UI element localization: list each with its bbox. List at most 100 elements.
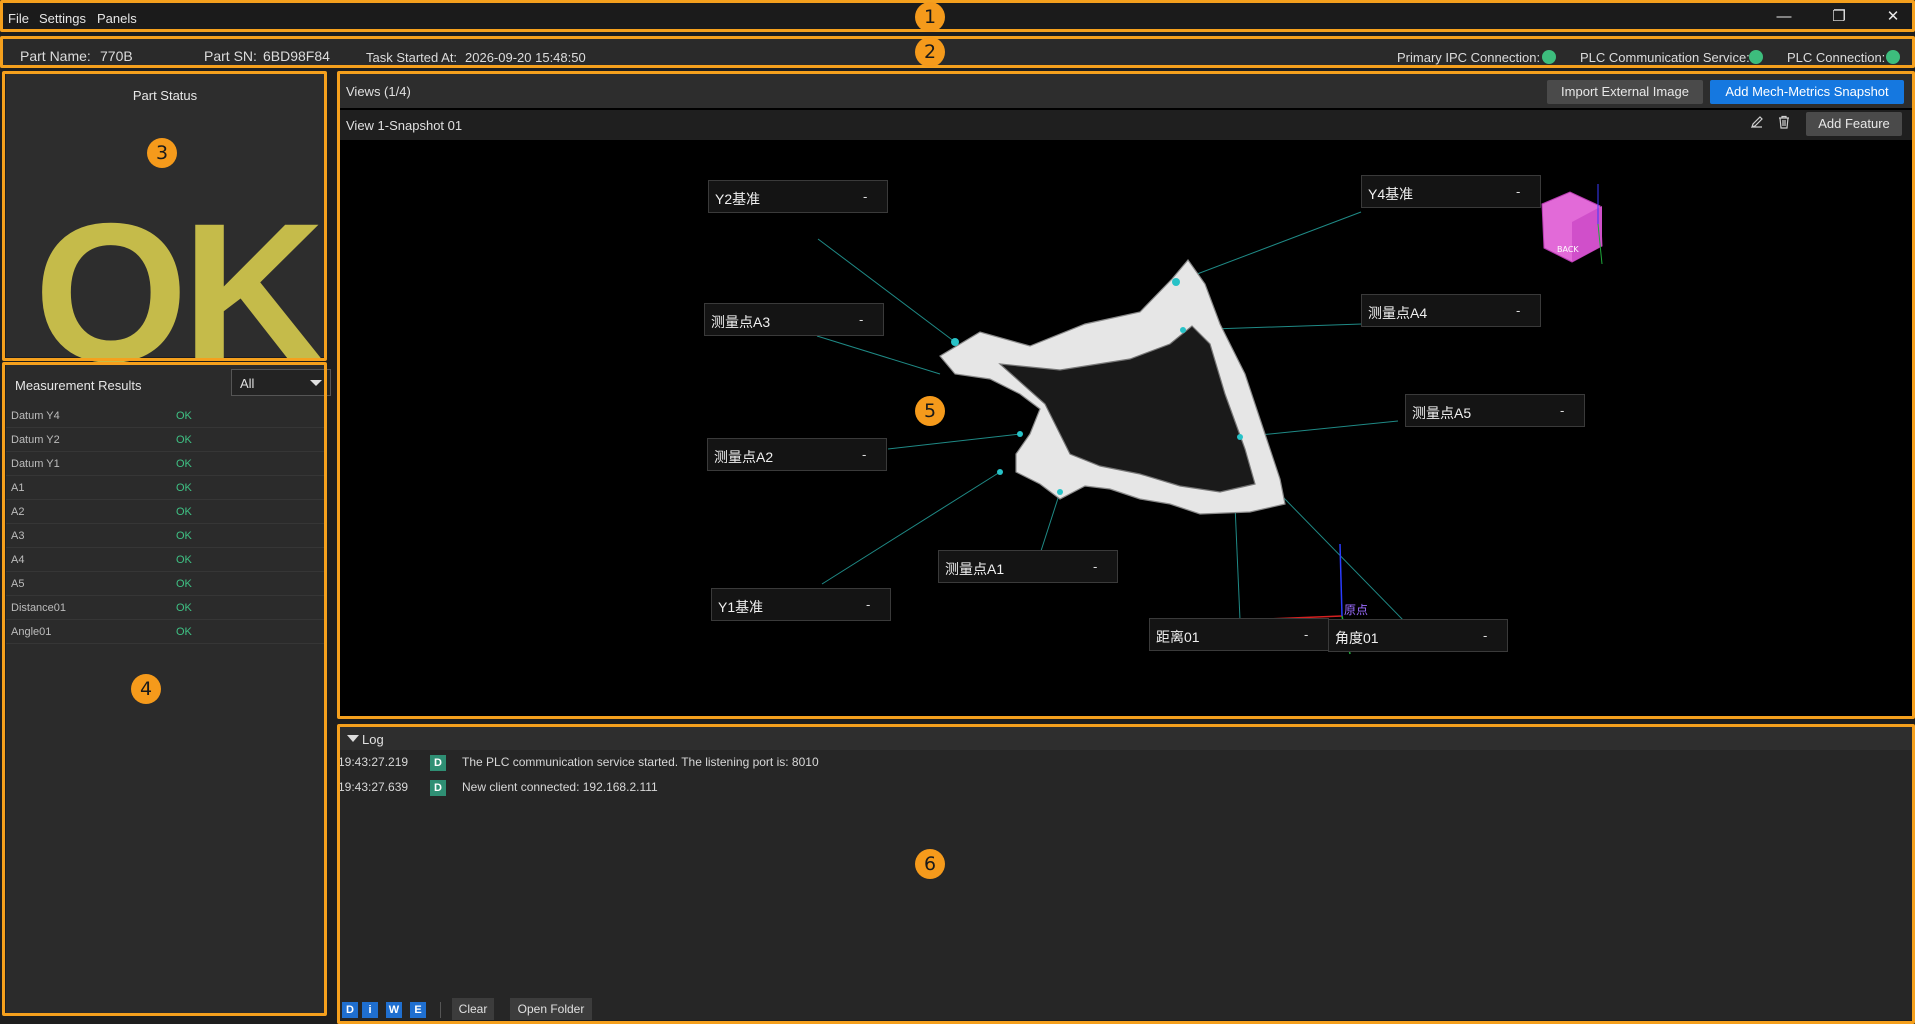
plc-conn-label: PLC Connection: (1787, 50, 1886, 65)
log-level-badge: D (430, 755, 446, 771)
table-row[interactable]: Angle01 OK (6, 620, 324, 644)
table-row[interactable]: Datum Y4 OK (6, 404, 324, 428)
row-name: Distance01 (11, 602, 67, 614)
row-value: OK (176, 530, 192, 542)
callout-value: - (863, 189, 868, 204)
callout-point-a5[interactable]: 测量点A5 - (1405, 394, 1585, 427)
open-folder-button[interactable]: Open Folder (510, 998, 592, 1020)
origin-label: 原点 (1344, 603, 1368, 617)
callout-distance-01[interactable]: 距离01 - (1149, 618, 1329, 651)
callout-point-a1[interactable]: 测量点A1 - (938, 550, 1118, 583)
callout-value: - (1560, 403, 1565, 418)
callout-value: - (1093, 559, 1098, 574)
menu-settings[interactable]: Settings (39, 11, 86, 26)
row-value: OK (176, 602, 192, 614)
row-value: OK (176, 506, 192, 518)
table-row[interactable]: A2 OK (6, 500, 324, 524)
callout-value: - (1516, 303, 1521, 318)
log-line: 19:43:27.639 D New client connected: 192… (338, 776, 1913, 798)
measurement-results-title: Measurement Results (15, 378, 142, 393)
table-row[interactable]: A4 OK (6, 548, 324, 572)
row-value: OK (176, 626, 192, 638)
table-row[interactable]: A1 OK (6, 476, 324, 500)
row-name: Datum Y1 (11, 458, 60, 470)
annotation-badge-3: 3 (147, 138, 177, 168)
collapse-icon[interactable] (347, 735, 359, 742)
callout-label: 测量点A2 (714, 449, 774, 465)
log-filter-warning[interactable]: W (386, 1002, 402, 1018)
row-value: OK (176, 482, 192, 494)
callout-point-a3[interactable]: 测量点A3 - (704, 303, 884, 336)
callout-value: - (859, 312, 864, 327)
log-time: 19:43:27.219 (338, 755, 409, 769)
callout-y4-datum[interactable]: Y4基准 - (1361, 175, 1541, 208)
table-row[interactable]: A5 OK (6, 572, 324, 596)
menu-panels[interactable]: Panels (97, 11, 137, 26)
results-filter-select[interactable]: All (231, 369, 331, 396)
part-3d-view[interactable]: 原点 BACK (340, 74, 1913, 716)
menu-file[interactable]: File (8, 11, 29, 26)
callout-angle-01[interactable]: 角度01 - (1328, 619, 1508, 652)
log-message: The PLC communication service started. T… (462, 755, 819, 769)
annotation-badge-6: 6 (915, 849, 945, 879)
part-sn-value: 6BD98F84 (263, 48, 330, 64)
row-name: A2 (11, 506, 25, 518)
row-name: Angle01 (11, 626, 52, 638)
log-filter-error[interactable]: E (410, 1002, 426, 1018)
measurement-results-panel: Measurement Results All Datum Y4 OK Datum… (6, 364, 331, 1014)
callout-label: 测量点A4 (1368, 305, 1428, 321)
part-status-value: OK (34, 182, 325, 403)
info-bar: Part Name: 770B Part SN: 6BD98F84 Task S… (0, 38, 1915, 68)
log-filter-info[interactable]: i (362, 1002, 378, 1018)
callout-label: Y1基准 (718, 599, 764, 615)
part-name-value: 770B (100, 48, 133, 64)
row-value: OK (176, 554, 192, 566)
callout-value: - (1483, 628, 1488, 643)
view-cube-icon[interactable]: BACK (1541, 184, 1603, 265)
callout-y2-datum[interactable]: Y2基准 - (708, 180, 888, 213)
subframe-part (939, 259, 1286, 515)
annotation-badge-1: 1 (915, 2, 945, 32)
results-table: Datum Y4 OK Datum Y2 OK Datum Y1 OK A1 OK A2… (6, 404, 324, 644)
row-value: OK (176, 434, 192, 446)
restore-icon[interactable]: ❐ (1829, 8, 1849, 26)
table-row[interactable]: Distance01 OK (6, 596, 324, 620)
log-panel: Log 19:43:27.219 D The PLC communication… (338, 726, 1913, 1020)
views-panel: Views (1/4) Import External Image Add Me… (340, 74, 1913, 716)
log-level-badge: D (430, 780, 446, 796)
annotation-badge-5: 5 (915, 396, 945, 426)
annotation-badge-2: 2 (915, 37, 945, 67)
callout-y1-datum[interactable]: Y1基准 - (711, 588, 891, 621)
row-name: Datum Y4 (11, 410, 60, 422)
view-cube-face-label: BACK (1557, 245, 1579, 254)
plc-comm-status-icon (1749, 50, 1763, 64)
table-row[interactable]: Datum Y1 OK (6, 452, 324, 476)
callout-value: - (1304, 627, 1309, 642)
callout-label: 距离01 (1156, 629, 1200, 645)
table-row[interactable]: A3 OK (6, 524, 324, 548)
row-name: A5 (11, 578, 25, 590)
divider (440, 1002, 441, 1018)
callout-label: Y2基准 (715, 191, 761, 207)
primary-ipc-label: Primary IPC Connection: (1397, 50, 1541, 65)
primary-ipc-status-icon (1542, 50, 1556, 64)
results-filter-value: All (240, 376, 255, 391)
clear-log-button[interactable]: Clear (452, 998, 494, 1020)
log-header[interactable]: Log (340, 726, 1913, 750)
callout-label: 角度01 (1335, 630, 1379, 646)
callout-label: 测量点A3 (711, 314, 771, 330)
callout-point-a2[interactable]: 测量点A2 - (707, 438, 887, 471)
row-name: A1 (11, 482, 25, 494)
minimize-icon[interactable]: — (1774, 8, 1794, 26)
callout-label: 测量点A5 (1412, 405, 1472, 421)
callout-value: - (862, 447, 867, 462)
callout-point-a4[interactable]: 测量点A4 - (1361, 294, 1541, 327)
table-row[interactable]: Datum Y2 OK (6, 428, 324, 452)
part-status-panel: Part Status OK (6, 74, 325, 392)
row-name: A4 (11, 554, 25, 566)
log-title: Log (362, 732, 384, 747)
menu-bar: File Settings Panels — ❐ ✕ (0, 0, 1915, 32)
row-value: OK (176, 458, 192, 470)
close-icon[interactable]: ✕ (1883, 8, 1903, 26)
log-filter-debug[interactable]: D (342, 1002, 358, 1018)
